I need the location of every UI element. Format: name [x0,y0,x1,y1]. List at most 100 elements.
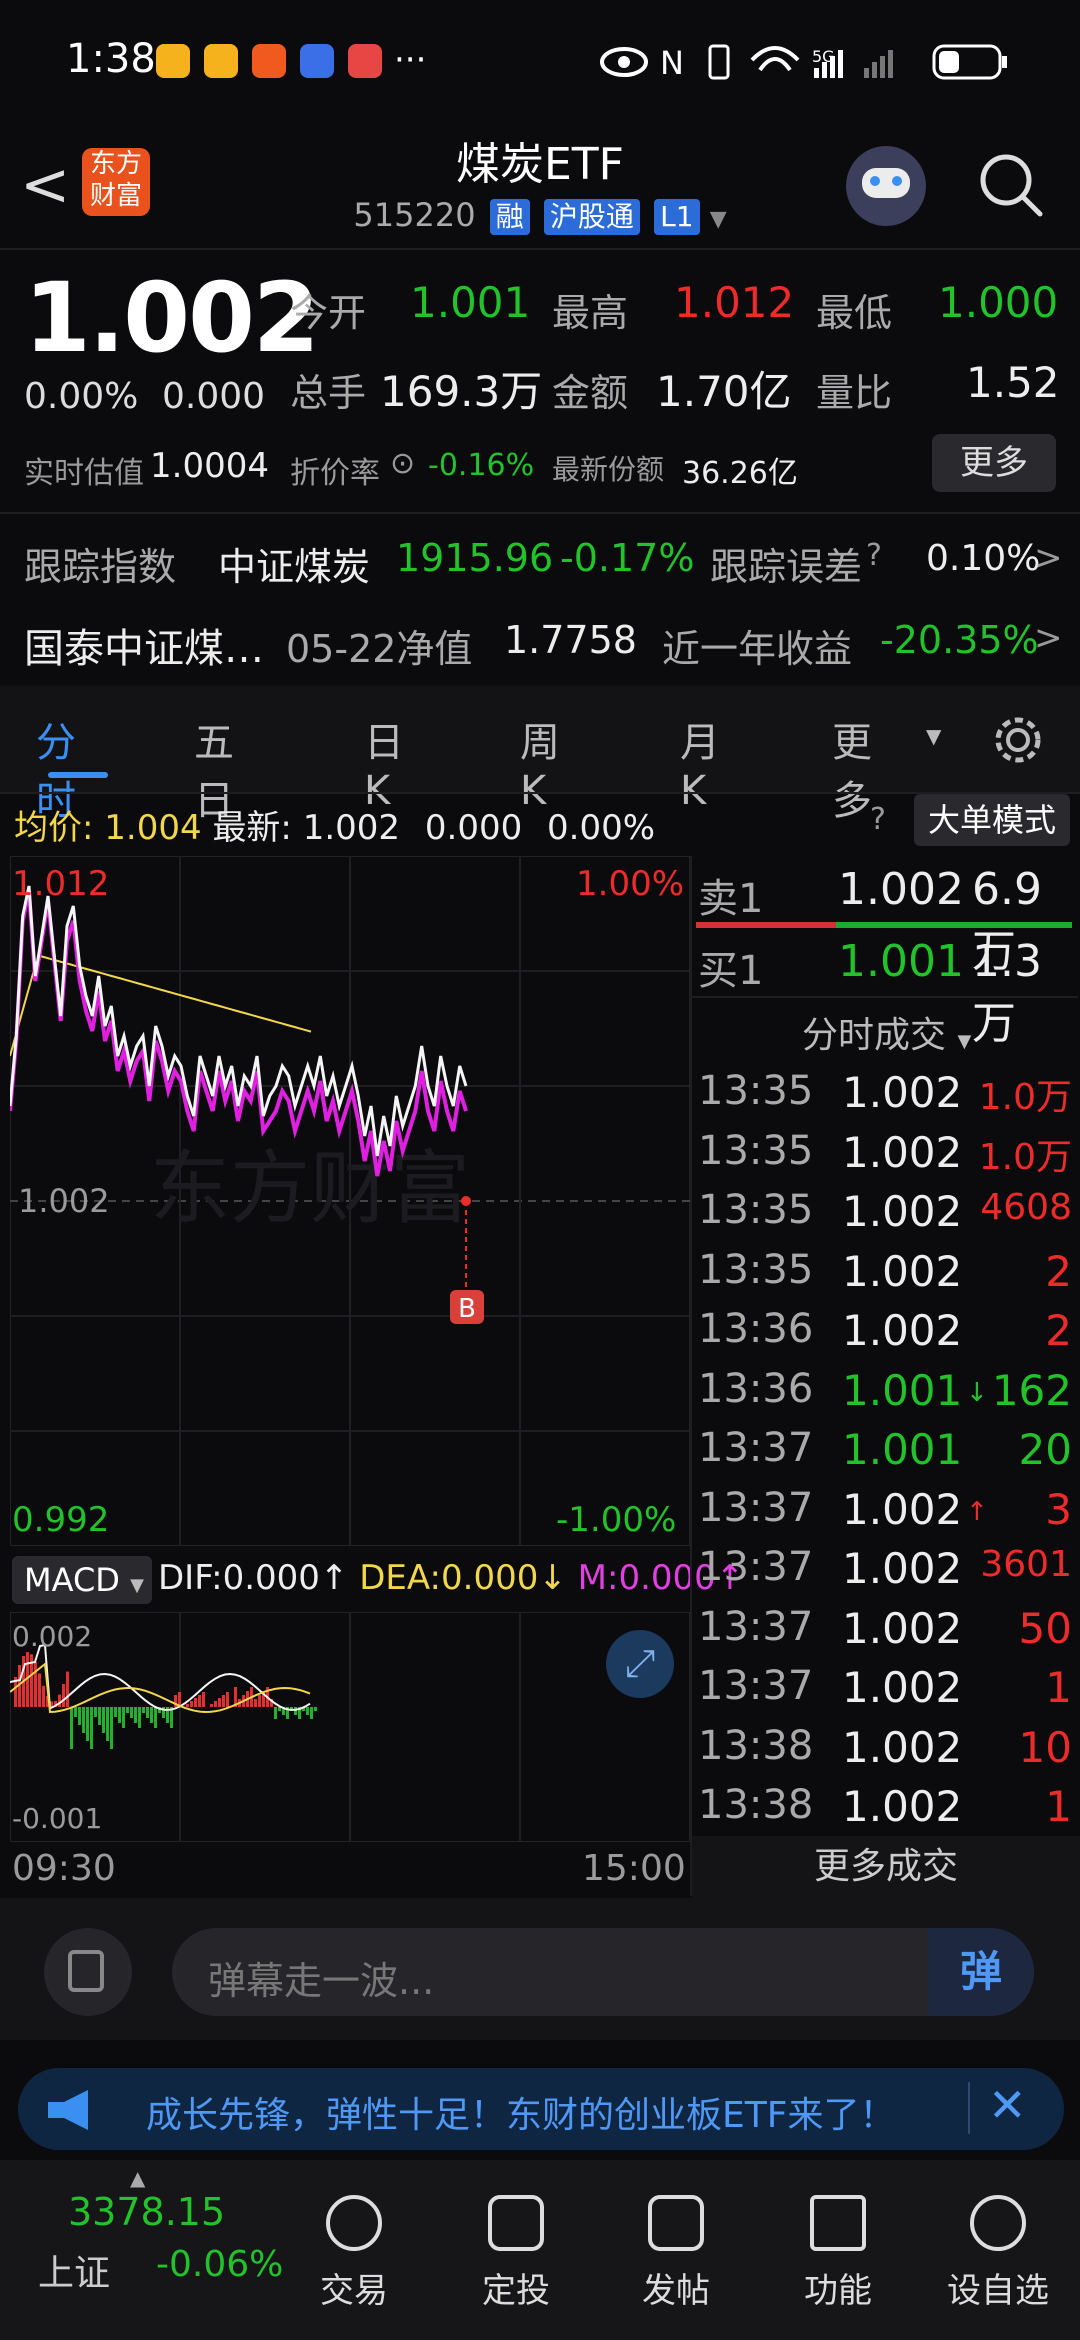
tick-volume: 10 [1018,1722,1072,1772]
intraday-chart[interactable]: 东方财富 B 1.012 1.00% 1.002 0.992 -1.00% [8,855,691,1552]
ticks-header[interactable]: 分时成交 ▼ [802,1006,971,1058]
level-tag: L1 [654,199,700,235]
tick-volume: 1 [1045,1782,1072,1831]
danmu-toggle-button[interactable]: 弹 [928,1928,1034,2016]
year-return-value: -20.35% [880,618,1039,662]
index-value[interactable]: 3378.15 [68,2190,225,2234]
last-change: 0.000 [424,808,523,848]
last-value: 1.002 [302,808,401,848]
tick-price: 1.002 [842,1663,963,1712]
discount-label: 折价率 [290,456,380,491]
megaphone-icon [48,2090,88,2130]
more-trades-button[interactable]: 更多成交 [692,1836,1080,1898]
edit-icon [648,2195,704,2251]
tick-time: 13:37 [698,1663,814,1709]
sell-ratio-bar [696,922,836,928]
index-name[interactable]: 上证 [38,2244,110,2296]
index-change[interactable]: -0.06% [156,2244,283,2285]
tick-row: 13:38 1.002 10 [692,1723,1078,1781]
close-icon[interactable]: ✕ [988,2078,1027,2132]
fund-name[interactable]: 国泰中证煤… [24,616,264,674]
nav-add-watchlist[interactable]: 设自选 [938,2195,1058,2312]
tick-price: 1.002 [842,1187,963,1236]
search-icon[interactable] [978,152,1044,218]
macd-selector[interactable]: MACD ▼ [12,1556,152,1604]
tick-volume: 1 [1045,1663,1072,1712]
chevron-down-icon: ▼ [709,207,727,232]
nav-invest-plan[interactable]: 定投 [456,2195,576,2312]
comment-settings-icon[interactable] [44,1928,132,2016]
nav-trade[interactable]: 交易 [294,2195,414,2312]
tick-volume: 3 [1045,1484,1072,1534]
ticks-label: 分时成交 [802,1015,947,1056]
arrow-down-icon: ↓ [538,1558,567,1598]
tick-volume: 4608 [980,1187,1072,1228]
big-order-mode-button[interactable]: 大单模式 [914,794,1070,846]
more-info-button[interactable]: 更多 [932,434,1056,492]
chevron-right-icon[interactable]: > [1034,538,1063,578]
tick-arrow: ↓ [966,1377,988,1408]
tick-volume: 3601 [980,1544,1072,1585]
robot-assistant-icon[interactable] [846,146,926,226]
caret-down-icon: ▼ [957,1031,972,1052]
tick-price: 1.002 [842,1068,963,1117]
tracking-index-name[interactable]: 中证煤炭 [218,536,370,591]
intraday-chart-svg: 东方财富 B [8,855,691,1552]
status-time: 1:38 [66,36,156,82]
buy-ratio-bar [836,922,1072,928]
expand-icon[interactable]: ⤢ [606,1630,674,1698]
low-value: 1.000 [938,278,1059,327]
gear-icon[interactable] [990,712,1046,768]
tracking-error-label: 跟踪误差 [710,545,863,589]
mid-price-label: 1.002 [18,1182,110,1220]
nav-post[interactable]: 发帖 [616,2195,736,2312]
tab-more[interactable]: 更多 [832,710,872,826]
x-end-label: 15:00 [582,1848,686,1889]
tick-time: 13:37 [698,1425,814,1471]
y-top-label: 1.012 [12,864,110,904]
iopv-value: 1.0004 [150,446,269,486]
connect-tag: 沪股通 [543,199,640,235]
tick-time: 13:38 [698,1782,814,1828]
nav-invest-plan-label: 定投 [482,2271,550,2311]
stock-code: 515220 [353,196,476,234]
help-icon[interactable]: ? [866,538,882,573]
macd-label: MACD [24,1561,120,1599]
tick-row: 13:35 1.002 1.0万 [692,1128,1078,1186]
shares-label: 最新份额 [552,453,665,486]
chart-info-line: 均价: 1.004 最新: 1.002 0.000 0.00% [14,800,655,849]
tick-row: 13:35 1.002 4608 [692,1187,1078,1245]
caret-down-icon: ▼ [926,724,942,748]
macd-bottom-label: -0.001 [12,1802,103,1835]
danmu-input[interactable]: 弹幕走一波... 弹 [172,1928,1034,2016]
shares-value: 36.26亿 [682,456,798,491]
tab-daily-k[interactable]: 日K [364,710,404,814]
tick-row: 13:37 1.002 50 [692,1604,1078,1662]
open-value: 1.001 [410,278,531,327]
nav-functions[interactable]: 功能 [778,2195,898,2312]
buy1-price: 1.001 [838,936,964,987]
macd-chart[interactable]: 0.002 -0.001 ⤢ [9,1611,691,1843]
tracking-error-value: 0.10% [926,538,1041,579]
change-value: 0.000 [162,376,266,417]
weibo-icon [204,44,238,78]
tick-row: 13:37 1.001 20 [692,1425,1078,1483]
tab-monthly-k[interactable]: 月K [680,710,720,814]
tick-time: 13:35 [698,1127,814,1174]
chevron-right-icon[interactable]: > [1034,618,1063,658]
info-dots-icon[interactable]: ⊙ [390,446,415,481]
tick-volume: 162 [991,1365,1072,1415]
notification-app-icon [300,44,334,78]
tick-row: 13:35 1.002 1.0万 [692,1068,1078,1126]
promo-banner[interactable]: 成长先锋，弹性十足！东财的创业板ETF来了！ ✕ [18,2068,1064,2150]
tick-time: 13:35 [698,1187,814,1233]
macd-chart-svg [9,1611,691,1843]
y-bottom-label: 0.992 [12,1500,110,1540]
tick-volume: 2 [1045,1246,1072,1296]
high-label: 最高 [552,291,629,335]
help-icon[interactable]: ? [870,802,886,837]
chart-calendar-icon [488,2195,544,2251]
tab-weekly-k[interactable]: 周K [520,710,560,814]
buy1-volume: 1.3万 [972,936,1042,1049]
last-label: 最新: [212,808,292,848]
